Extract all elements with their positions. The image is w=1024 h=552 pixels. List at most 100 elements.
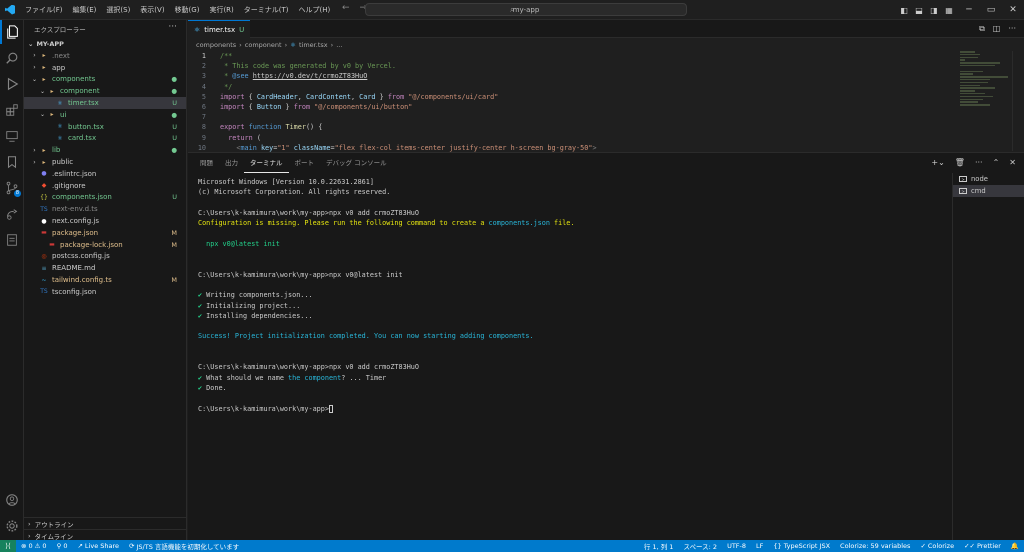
panel-tab[interactable]: デバッグ コンソール <box>320 153 393 173</box>
language-label: TypeScript JSX <box>783 542 831 550</box>
more-actions-icon[interactable]: ··· <box>975 158 983 167</box>
panel-tab[interactable]: 出力 <box>219 153 244 173</box>
panel-tab[interactable]: 問題 <box>194 153 219 173</box>
encoding[interactable]: UTF-8 <box>722 542 751 550</box>
new-terminal-icon[interactable]: +⌄ <box>931 158 944 167</box>
tree-item[interactable]: ▬ package-lock.json M <box>24 239 186 251</box>
remote-explorer-icon[interactable] <box>0 124 24 148</box>
terminal-instance[interactable]: > node <box>953 173 1024 185</box>
tree-item[interactable]: TS next-env.d.ts <box>24 203 186 215</box>
customize-layout-icon[interactable]: ▦ <box>943 6 955 15</box>
tree-item[interactable]: TS tsconfig.json <box>24 286 186 298</box>
ports-indicator[interactable]: ⚲ 0 <box>52 542 73 550</box>
line-number: 10 <box>197 143 206 152</box>
tree-item[interactable]: › ▸ lib ● <box>24 144 186 156</box>
extensions-icon[interactable] <box>0 98 24 122</box>
jsts-status[interactable]: ⟳ JS/TS 言語機能を初期化しています <box>124 541 244 551</box>
search-icon[interactable] <box>0 46 24 70</box>
more-actions-icon[interactable]: ··· <box>1008 24 1016 34</box>
end-of-line[interactable]: LF <box>751 542 768 550</box>
tree-item[interactable]: ⚛ card.tsx U <box>24 133 186 145</box>
bookmark-icon[interactable] <box>0 150 24 174</box>
testing-icon[interactable] <box>0 228 24 252</box>
menu-edit[interactable]: 編集(E) <box>68 0 102 20</box>
cursor-position[interactable]: 行 1, 列 1 <box>639 541 679 551</box>
panel-tab[interactable]: ターミナル <box>244 153 289 173</box>
tree-item[interactable]: ≡ README.md <box>24 262 186 274</box>
tree-item[interactable]: ▬ package.json M <box>24 227 186 239</box>
chevron-right-icon: › <box>28 532 31 540</box>
minimap[interactable] <box>960 51 1010 111</box>
command-center-search[interactable]: ⌕ my-app <box>365 3 687 16</box>
live-share-icon[interactable] <box>0 202 24 226</box>
tree-item[interactable]: › ▸ app <box>24 62 186 74</box>
chevron-right-icon: › <box>330 40 334 49</box>
tree-item[interactable]: ⚛ button.tsx U <box>24 121 186 133</box>
minimap-line <box>960 73 973 75</box>
problems-indicator[interactable]: ⊗ 0 ⚠ 0 <box>16 542 52 550</box>
remote-indicator-icon[interactable]: ⟩⟨ <box>0 540 16 552</box>
project-root[interactable]: ⌄ MY-APP <box>24 37 186 50</box>
run-debug-icon[interactable] <box>0 72 24 96</box>
back-arrow-icon[interactable]: ← <box>342 3 350 13</box>
manage-gear-icon[interactable] <box>0 514 24 538</box>
maximize-panel-icon[interactable]: ⌃ <box>993 158 1000 167</box>
menu-go[interactable]: 移動(G) <box>170 0 205 20</box>
terminal-text: C:\Users\k-kamimura\work\my-app>npx v0 a… <box>198 208 419 217</box>
code-editor[interactable]: 1/** 2 * This code was generated by v0 by… <box>188 51 948 153</box>
tree-item-label: component <box>60 87 100 96</box>
more-actions-icon[interactable]: ··· <box>168 22 177 32</box>
panel-tab[interactable]: ポート <box>289 153 321 173</box>
jsts-label: JS/TS 言語機能を初期化しています <box>136 543 240 551</box>
maximize-icon[interactable]: ▭ <box>980 5 1002 15</box>
compare-changes-icon[interactable]: ⧉ <box>979 24 985 34</box>
minimap-line <box>960 92 985 95</box>
tree-item[interactable]: ⌄ ▸ ui ● <box>24 109 186 121</box>
split-editor-icon[interactable]: ◫ <box>993 24 1001 34</box>
terminal-instance[interactable]: > cmd <box>953 185 1024 197</box>
prettier-status[interactable]: ✓✓ Prettier <box>959 542 1006 550</box>
tree-item[interactable]: › ▸ public <box>24 156 186 168</box>
tree-item[interactable]: ● next.config.js <box>24 215 186 227</box>
tree-item[interactable]: ◎ postcss.config.js <box>24 251 186 263</box>
terminal-output[interactable]: Microsoft Windows [Version 10.0.22631.28… <box>198 177 938 414</box>
tree-item[interactable]: › ▸ .next <box>24 50 186 62</box>
tree-item[interactable]: ◆ .gitignore <box>24 180 186 192</box>
tree-item[interactable]: ⌄ ▸ components ● <box>24 74 186 86</box>
breadcrumb-item[interactable]: timer.tsx <box>299 41 328 49</box>
editor-scrollbar[interactable] <box>1012 51 1024 151</box>
source-control-icon[interactable]: 8 <box>0 176 24 200</box>
tab-timer-tsx[interactable]: ⚛ timer.tsx U <box>188 20 251 38</box>
tree-item[interactable]: {} components.json U <box>24 192 186 204</box>
tree-item[interactable]: ~ tailwind.config.ts M <box>24 274 186 286</box>
tree-item[interactable]: ● .eslintrc.json <box>24 168 186 180</box>
breadcrumb-item[interactable]: components <box>196 41 236 49</box>
code-token: https://v0.dev/t/crmoZT83HuO <box>252 72 368 81</box>
notifications-icon[interactable]: 🔔 <box>1006 542 1024 550</box>
accounts-icon[interactable] <box>0 488 24 512</box>
explorer-icon[interactable] <box>0 20 24 44</box>
menu-terminal[interactable]: ターミナル(T) <box>239 0 294 20</box>
breadcrumb-item[interactable]: ... <box>336 41 342 49</box>
tree-item[interactable]: ⚛ timer.tsx U <box>24 97 186 109</box>
menu-selection[interactable]: 選択(S) <box>101 0 135 20</box>
tree-item[interactable]: ⌄ ▸ component ● <box>24 85 186 97</box>
colorize-variables[interactable]: Colorize: 59 variables <box>835 542 915 550</box>
menu-file[interactable]: ファイル(F) <box>20 0 68 20</box>
colorize-toggle[interactable]: ✓ Colorize <box>915 542 959 550</box>
toggle-primary-sidebar-icon[interactable]: ◧ <box>898 6 910 15</box>
toggle-secondary-sidebar-icon[interactable]: ◨ <box>928 6 940 15</box>
trash-icon[interactable]: 🗑 <box>955 158 965 167</box>
menu-view[interactable]: 表示(V) <box>135 0 169 20</box>
minimize-icon[interactable]: ─ <box>958 5 980 15</box>
close-panel-icon[interactable]: ✕ <box>1009 158 1016 167</box>
toggle-panel-icon[interactable]: ⬓ <box>913 6 925 15</box>
menu-help[interactable]: ヘルプ(H) <box>294 0 336 20</box>
tree-item-label: tsconfig.json <box>52 287 97 296</box>
menu-run[interactable]: 実行(R) <box>204 0 238 20</box>
indentation[interactable]: スペース: 2 <box>678 541 722 551</box>
breadcrumb-item[interactable]: component <box>245 41 282 49</box>
language-mode[interactable]: {} TypeScript JSX <box>768 542 835 550</box>
live-share-status[interactable]: ↗ Live Share <box>72 542 124 550</box>
close-icon[interactable]: ✕ <box>1002 5 1024 15</box>
